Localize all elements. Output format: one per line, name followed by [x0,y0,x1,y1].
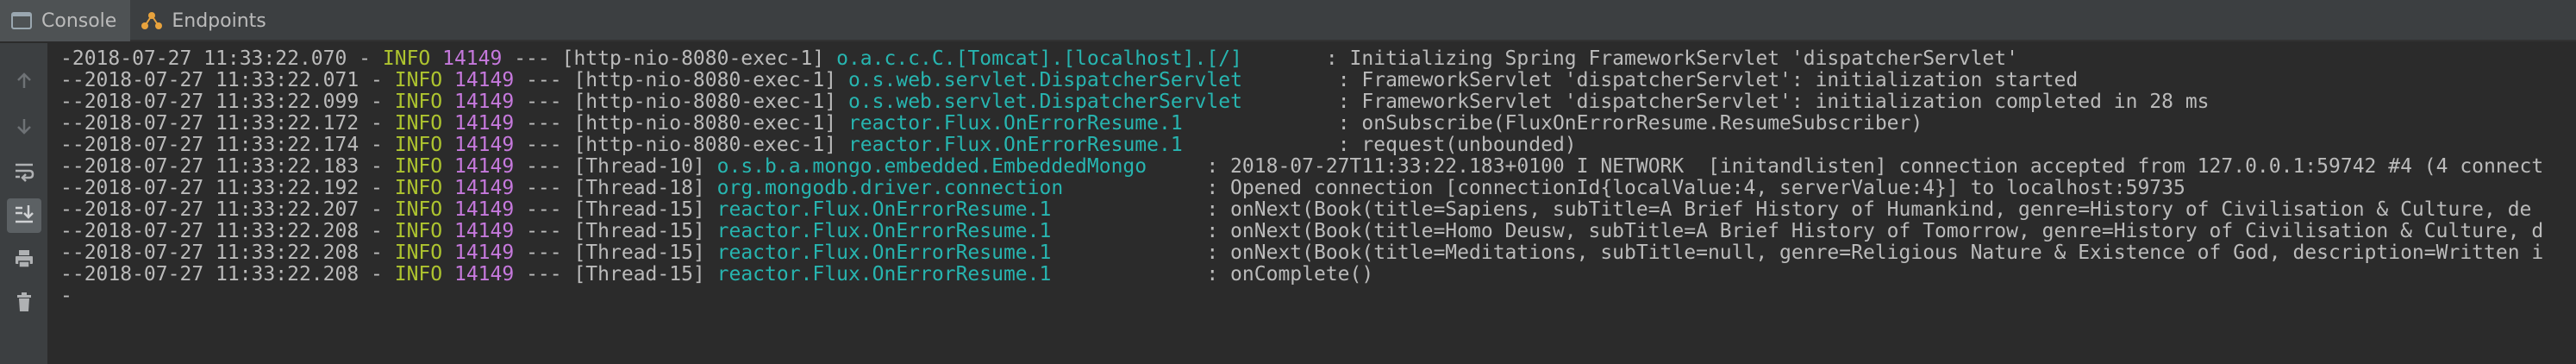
log-prefix: --2018-07-27 11:33:22.174 - [60,134,395,156]
log-prefix: --2018-07-27 11:33:22.208 - [60,220,395,242]
log-thread: --- [http-nio-8080-exec-1] [514,69,848,91]
log-thread: --- [http-nio-8080-exec-1] [514,112,848,135]
log-message: : Opened connection [connectionId{localV… [1194,177,2185,199]
log-prefix: -2018-07-27 11:33:22.070 - [60,48,383,70]
log-logger: o.s.b.a.mongo.embedded.EmbeddedMongo [716,155,1195,178]
log-line: --2018-07-27 11:33:22.207 - INFO 14149 -… [60,199,2576,221]
log-thread: --- [Thread-15] [514,242,717,264]
endpoints-icon [139,8,165,34]
tab-console-label: Console [41,9,117,32]
console-prompt: - [60,285,72,307]
log-prefix: --2018-07-27 11:33:22.207 - [60,198,395,221]
print-icon [13,248,35,273]
log-message: : request(unbounded) [1325,134,1577,156]
log-thread: --- [http-nio-8080-exec-1] [514,91,848,113]
log-pid: 14149 [442,220,515,242]
log-message: : onNext(Book(title=Sapiens, subTitle=A … [1194,198,2532,221]
log-pid: 14149 [442,134,515,156]
log-line: --2018-07-27 11:33:22.174 - INFO 14149 -… [60,135,2576,156]
log-prefix: --2018-07-27 11:33:22.172 - [60,112,395,135]
scroll-to-end-icon [13,203,35,229]
log-message: : FrameworkServlet 'dispatcherServlet': … [1325,69,2079,91]
log-level: INFO [394,198,443,221]
scroll-down-button[interactable] [7,110,41,145]
soft-wrap-button[interactable] [7,155,41,190]
log-thread: --- [Thread-10] [514,155,717,178]
log-logger: o.a.c.c.C.[Tomcat].[localhost].[/] [836,48,1314,70]
log-logger: reactor.Flux.OnErrorResume.1 [847,112,1326,135]
log-level: INFO [382,48,431,70]
log-line: --2018-07-27 11:33:22.099 - INFO 14149 -… [60,91,2576,113]
log-logger: reactor.Flux.OnErrorResume.1 [847,134,1326,156]
log-thread: --- [Thread-15] [514,263,717,286]
log-line: --2018-07-27 11:33:22.208 - INFO 14149 -… [60,221,2576,242]
log-thread: --- [Thread-18] [514,177,717,199]
log-message: : 2018-07-27T11:33:22.183+0100 I NETWORK… [1194,155,2544,178]
log-logger: org.mongodb.driver.connection [716,177,1195,199]
log-message: : onComplete() [1194,263,1374,286]
console-output[interactable]: -2018-07-27 11:33:22.070 - INFO 14149 --… [60,48,2576,364]
log-pid: 14149 [442,242,515,264]
log-pid: 14149 [442,177,515,199]
log-line: --2018-07-27 11:33:22.208 - INFO 14149 -… [60,264,2576,286]
scroll-to-end-button[interactable] [7,198,41,233]
log-line: --2018-07-27 11:33:22.183 - INFO 14149 -… [60,156,2576,178]
log-line: --2018-07-27 11:33:22.208 - INFO 14149 -… [60,242,2576,264]
log-line: --2018-07-27 11:33:22.192 - INFO 14149 -… [60,178,2576,199]
tab-endpoints-label: Endpoints [172,9,266,32]
scroll-down-icon [14,116,34,140]
log-logger: reactor.Flux.OnErrorResume.1 [716,198,1195,221]
log-message: : onNext(Book(title=Meditations, subTitl… [1194,242,2544,264]
log-level: INFO [394,155,443,178]
log-prefix: --2018-07-27 11:33:22.183 - [60,155,395,178]
log-level: INFO [394,91,443,113]
log-pid: 14149 [442,263,515,286]
log-pid: 14149 [442,155,515,178]
log-prefix: --2018-07-27 11:33:22.208 - [60,263,395,286]
tab-console[interactable]: Console [0,0,131,41]
log-logger: reactor.Flux.OnErrorResume.1 [716,263,1195,286]
log-line: --2018-07-27 11:33:22.071 - INFO 14149 -… [60,70,2576,91]
log-thread: --- [Thread-15] [514,220,717,242]
log-line: -2018-07-27 11:33:22.070 - INFO 14149 --… [60,48,2576,70]
log-message: : Initializing Spring FrameworkServlet '… [1313,48,2018,70]
log-level: INFO [394,112,443,135]
log-level: INFO [394,263,443,286]
scroll-up-button[interactable] [7,66,41,100]
console-icon [9,8,34,34]
clear-all-icon [13,291,35,317]
console-toolbar [0,43,48,364]
log-logger: reactor.Flux.OnErrorResume.1 [716,242,1195,264]
log-message: : onSubscribe(FluxOnErrorResume.ResumeSu… [1325,112,1923,135]
log-pid: 14149 [442,198,515,221]
log-pid: 14149 [442,91,515,113]
log-message: : onNext(Book(title=Homo Deusw, subTitle… [1194,220,2544,242]
log-prefix: --2018-07-27 11:33:22.071 - [60,69,395,91]
log-prefix: --2018-07-27 11:33:22.099 - [60,91,395,113]
log-logger: o.s.web.servlet.DispatcherServlet [847,69,1326,91]
log-logger: reactor.Flux.OnErrorResume.1 [716,220,1195,242]
log-message: : FrameworkServlet 'dispatcherServlet': … [1325,91,2210,113]
log-prefix: --2018-07-27 11:33:22.208 - [60,242,395,264]
log-pid: 14149 [430,48,503,70]
log-level: INFO [394,220,443,242]
log-thread: --- [http-nio-8080-exec-1] [514,134,848,156]
log-logger: o.s.web.servlet.DispatcherServlet [847,91,1326,113]
log-level: INFO [394,69,443,91]
log-level: INFO [394,242,443,264]
log-thread: --- [Thread-15] [514,198,717,221]
clear-all-button[interactable] [7,286,41,321]
log-level: INFO [394,134,443,156]
log-level: INFO [394,177,443,199]
tool-window-tabbar: Console Endpoints [0,0,2576,41]
log-prefix: --2018-07-27 11:33:22.192 - [60,177,395,199]
log-thread: --- [http-nio-8080-exec-1] [502,48,837,70]
log-line: --2018-07-27 11:33:22.172 - INFO 14149 -… [60,113,2576,135]
log-pid: 14149 [442,112,515,135]
scroll-up-icon [14,71,34,95]
print-button[interactable] [7,243,41,278]
tab-endpoints[interactable]: Endpoints [130,0,279,41]
soft-wrap-icon [13,160,35,185]
log-pid: 14149 [442,69,515,91]
